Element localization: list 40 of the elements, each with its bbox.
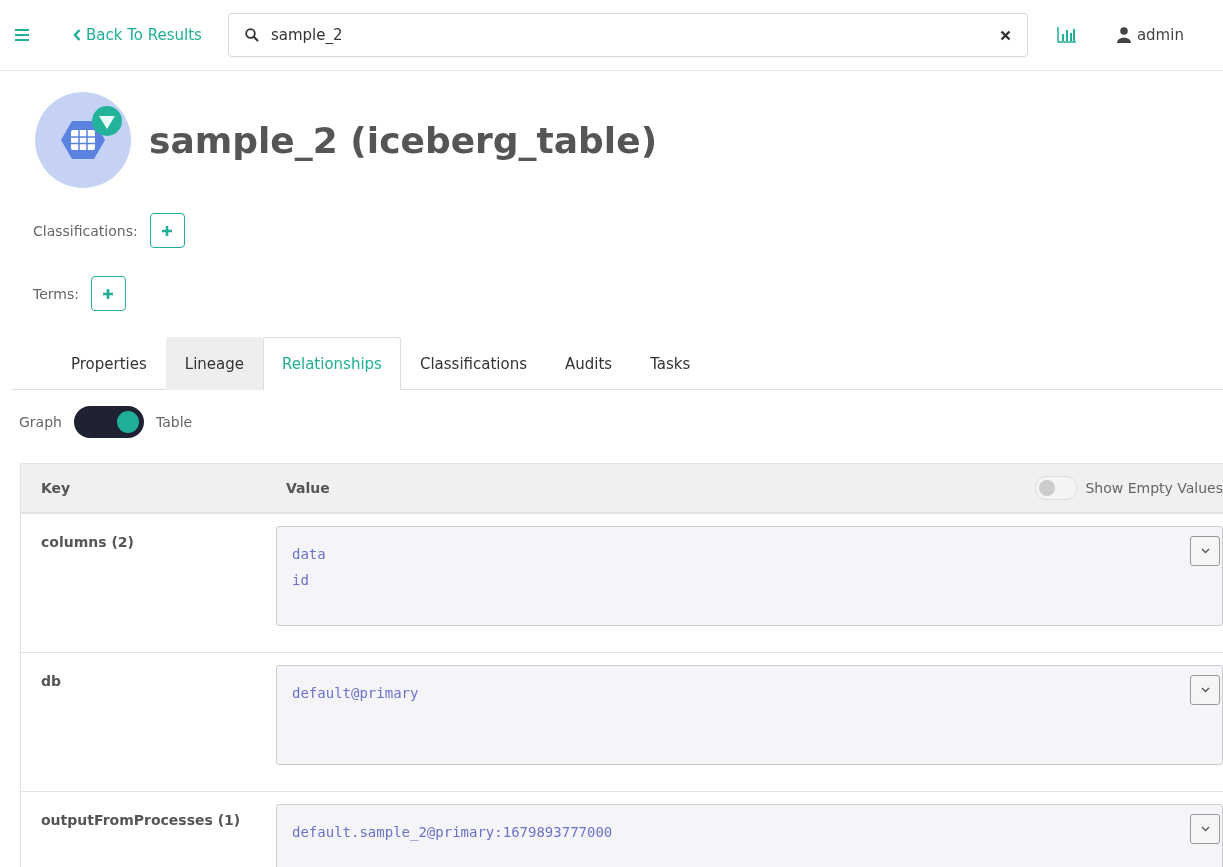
entity-title: sample_2 (iceberg_table) (149, 119, 658, 161)
value-text: id (292, 571, 309, 590)
plus-icon (102, 287, 115, 300)
clear-icon[interactable] (999, 29, 1011, 41)
tag-label: Terms: (33, 285, 79, 302)
search-field[interactable]: sample_2 (227, 13, 1028, 57)
expand-button[interactable] (1190, 536, 1220, 566)
key-cell-text: columns (2) (40, 533, 135, 552)
expand-button[interactable] (1190, 814, 1220, 844)
column-header: Key (40, 480, 72, 496)
tab[interactable]: Tasks (631, 337, 710, 390)
search-icon (244, 28, 259, 42)
value-text: default.sample_2@primary:1679893777000 (292, 823, 613, 843)
menu-icon[interactable] (15, 29, 29, 41)
tab[interactable]: Classifications (400, 337, 546, 390)
chevron-down-icon (1200, 687, 1210, 693)
expand-button[interactable] (1190, 675, 1220, 705)
chevron-left-icon (73, 29, 81, 41)
switch-label: Show Empty Values (1085, 480, 1223, 496)
add-button[interactable] (149, 213, 185, 248)
value-text: default@primary (292, 684, 419, 703)
tab[interactable]: Lineage (165, 337, 263, 390)
toggle-label: Table (155, 414, 193, 430)
user-icon (1116, 27, 1131, 43)
bar-chart-icon[interactable] (1056, 27, 1077, 43)
key-cell-text: db (40, 672, 63, 691)
user-menu[interactable]: admin (1116, 26, 1184, 44)
tab[interactable]: Audits (546, 337, 632, 390)
empty-values-switch[interactable] (1035, 476, 1078, 500)
view-switch[interactable] (73, 406, 144, 438)
column-header: Value (285, 480, 331, 496)
value-text: data (292, 545, 326, 564)
add-button[interactable] (90, 276, 126, 311)
tab[interactable]: Properties (52, 337, 166, 390)
key-cell-text: outputFromProcesses (1) (40, 811, 242, 830)
plus-icon (161, 224, 174, 237)
chevron-down-icon (1200, 548, 1210, 554)
chevron-down-icon (1200, 826, 1210, 832)
tag-label: Classifications: (33, 222, 138, 239)
toggle-label: Graph (19, 414, 62, 430)
